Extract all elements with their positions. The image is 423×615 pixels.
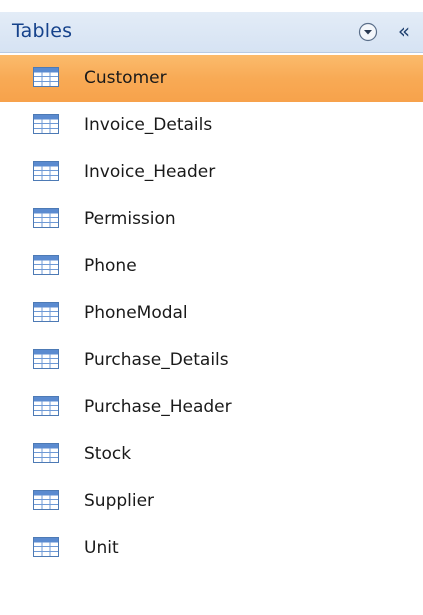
table-icon — [33, 490, 59, 510]
table-icon — [33, 67, 59, 87]
table-item[interactable]: Invoice_Details — [0, 102, 423, 149]
pane-title: Tables — [12, 20, 73, 42]
table-item[interactable]: Phone — [0, 243, 423, 290]
table-label: Purchase_Header — [84, 397, 232, 417]
table-label: Stock — [84, 444, 132, 464]
table-item[interactable]: Customer — [0, 55, 423, 102]
table-label: Invoice_Header — [84, 162, 216, 182]
table-list: Customer Invoice_Details Invoice_Header … — [0, 55, 423, 572]
table-icon — [33, 302, 59, 322]
table-label: Permission — [84, 209, 176, 229]
table-icon — [33, 255, 59, 275]
table-icon — [33, 114, 59, 134]
navigation-pane: Tables « Customer Invoice_Details Invoic… — [0, 0, 423, 615]
table-label: Invoice_Details — [84, 115, 213, 135]
table-item[interactable]: PhoneModal — [0, 290, 423, 337]
table-label: PhoneModal — [84, 303, 188, 323]
table-icon — [33, 161, 59, 181]
collapse-pane-icon[interactable]: « — [393, 18, 415, 44]
table-label: Phone — [84, 256, 137, 276]
table-item[interactable]: Unit — [0, 525, 423, 572]
table-item[interactable]: Purchase_Details — [0, 337, 423, 384]
table-label: Unit — [84, 538, 119, 558]
table-item[interactable]: Permission — [0, 196, 423, 243]
table-label: Supplier — [84, 491, 155, 511]
table-label: Customer — [84, 68, 167, 88]
table-label: Purchase_Details — [84, 350, 229, 370]
table-item[interactable]: Invoice_Header — [0, 149, 423, 196]
table-icon — [33, 208, 59, 228]
table-icon — [33, 396, 59, 416]
chevron-down-circle-icon[interactable] — [357, 21, 379, 43]
table-icon — [33, 537, 59, 557]
table-icon — [33, 443, 59, 463]
pane-header[interactable]: Tables « — [0, 12, 423, 53]
table-item[interactable]: Supplier — [0, 478, 423, 525]
table-item[interactable]: Stock — [0, 431, 423, 478]
table-item[interactable]: Purchase_Header — [0, 384, 423, 431]
table-icon — [33, 349, 59, 369]
